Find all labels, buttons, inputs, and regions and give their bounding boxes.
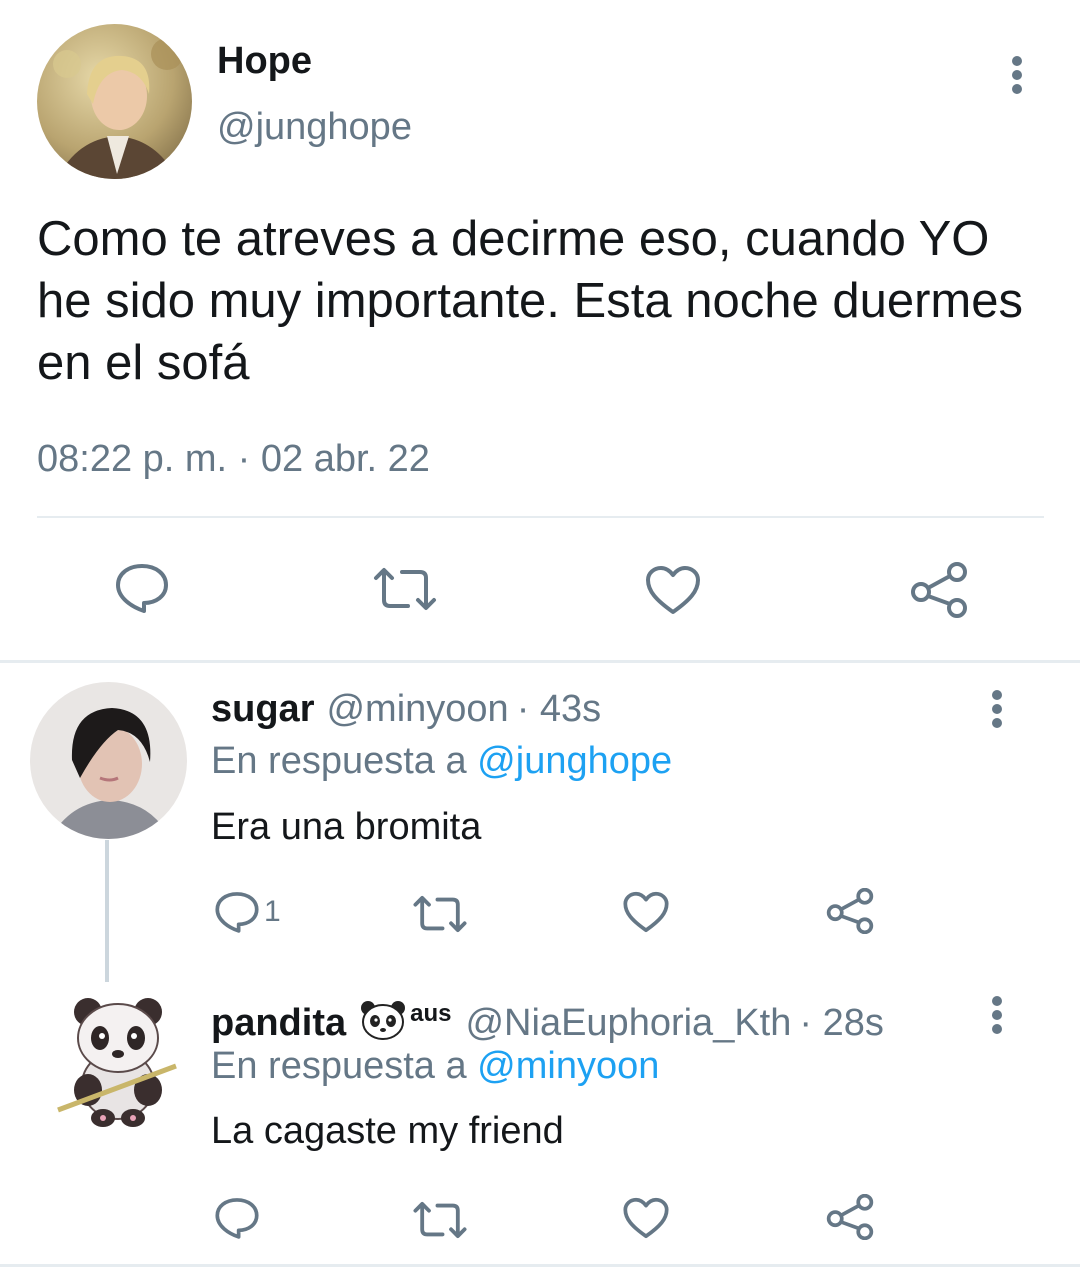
tweet-timestamp[interactable]: 08:22 p. m. · 02 abr. 22 [37, 438, 430, 481]
more-options-icon[interactable] [985, 690, 1009, 728]
reply-icon [215, 1198, 259, 1239]
reply-to-prefix: En respuesta a [211, 1045, 478, 1087]
share-icon [826, 888, 874, 934]
like-button[interactable] [622, 890, 670, 934]
main-author-handle[interactable]: @junghope [217, 106, 412, 149]
divider [0, 1264, 1080, 1267]
reply-to-mention[interactable]: @junghope [477, 740, 672, 782]
reply-to-prefix: En respuesta a [211, 740, 478, 782]
more-options-icon[interactable] [1005, 56, 1029, 94]
name-badge: aus [410, 1000, 452, 1027]
like-button[interactable] [622, 1196, 670, 1240]
share-button[interactable] [826, 1194, 874, 1240]
retweet-button[interactable] [372, 566, 438, 612]
tweet-text: Como te atreves a decirme eso, cuando YO… [37, 212, 1023, 390]
share-icon [911, 562, 967, 618]
like-icon [623, 891, 669, 933]
reply-button[interactable] [114, 562, 170, 614]
retweet-icon [413, 895, 467, 933]
reply-author-handle[interactable]: @minyoon [326, 688, 508, 731]
share-icon [826, 1194, 874, 1240]
share-button[interactable] [826, 888, 874, 934]
reply-author-name[interactable]: sugar [211, 688, 314, 731]
reply-icon [116, 564, 168, 613]
reply-time: · 28s [799, 1002, 884, 1044]
reply-author-name[interactable]: pandita [211, 1002, 346, 1045]
reply-avatar-pandita[interactable] [48, 990, 205, 1147]
reply-time: · 43s [516, 688, 602, 730]
retweet-icon [413, 1201, 467, 1239]
more-options-icon[interactable] [985, 996, 1009, 1034]
reply-button[interactable] [214, 1196, 264, 1240]
retweet-button[interactable] [412, 1200, 468, 1240]
reply-button[interactable]: 1 [214, 890, 281, 934]
reply-header: pandita aus @NiaEuphoria_Kth · 28s [211, 993, 884, 1045]
reply-author-handle[interactable]: @NiaEuphoria_Kth [465, 1002, 791, 1045]
main-avatar[interactable] [37, 24, 192, 179]
reply-count: 1 [264, 895, 281, 928]
panda-emoji-icon [361, 1001, 406, 1040]
divider [0, 660, 1080, 663]
like-icon [623, 1197, 669, 1239]
thread-line [105, 840, 109, 982]
reply-text: La cagaste my friend [211, 1110, 564, 1152]
like-icon [646, 566, 700, 614]
reply-header: sugar @minyoon · 43s [211, 688, 601, 731]
like-button[interactable] [644, 564, 702, 616]
reply-to-line: En respuesta a @minyoon [211, 1045, 659, 1088]
divider [37, 516, 1044, 518]
main-author-name[interactable]: Hope [217, 40, 312, 83]
reply-to-line: En respuesta a @junghope [211, 740, 672, 783]
reply-text: Era una bromita [211, 806, 482, 848]
reply-avatar-sugar[interactable] [30, 682, 187, 839]
reply-to-mention[interactable]: @minyoon [477, 1045, 659, 1087]
share-button[interactable] [910, 562, 968, 618]
retweet-button[interactable] [412, 894, 468, 934]
reply-icon [215, 892, 259, 933]
retweet-icon [374, 568, 436, 610]
